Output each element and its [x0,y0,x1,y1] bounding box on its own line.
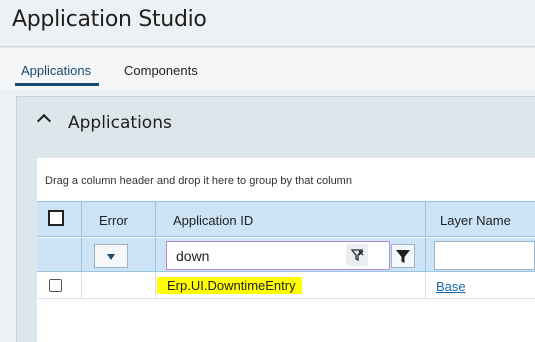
column-divider [81,202,82,236]
column-divider [425,273,426,298]
layer-name-filter-input[interactable] [434,241,535,270]
panel-header[interactable]: Applications [17,97,535,149]
layer-name-link[interactable]: Base [436,279,466,294]
panel-title: Applications [68,113,172,133]
group-by-drop-zone[interactable]: Drag a column header and drop it here to… [45,175,352,187]
select-all-checkbox[interactable] [48,210,64,226]
column-divider [155,238,156,271]
column-divider [155,202,156,236]
app-title: Application Studio [12,7,207,32]
column-divider [155,273,156,298]
chevron-up-icon[interactable] [36,113,52,129]
column-header-layer-name[interactable]: Layer Name [440,213,511,228]
error-filter-dropdown[interactable] [94,244,128,268]
tab-applications[interactable]: Applications [21,63,91,78]
column-divider [81,273,82,298]
application-id-cell: Erp.UI.DowntimeEntry [157,277,302,294]
funnel-icon[interactable] [391,244,415,268]
column-divider [425,238,426,271]
tab-components[interactable]: Components [124,63,198,78]
table-row[interactable]: Erp.UI.DowntimeEntry Base [37,273,535,299]
row-select-checkbox[interactable] [49,279,62,292]
column-divider [425,202,426,236]
title-bar: Application Studio [0,0,535,47]
column-header-error[interactable]: Error [99,213,128,228]
grid-header-row: Error Application ID Layer Name [37,201,535,237]
column-divider [81,238,82,271]
grid-filter-row [37,238,535,272]
active-tab-indicator [15,83,99,86]
caret-down-icon [107,254,115,260]
column-header-application-id[interactable]: Application ID [173,213,253,228]
applications-grid: Drag a column header and drop it here to… [37,158,535,342]
clear-filter-icon[interactable] [346,244,368,266]
